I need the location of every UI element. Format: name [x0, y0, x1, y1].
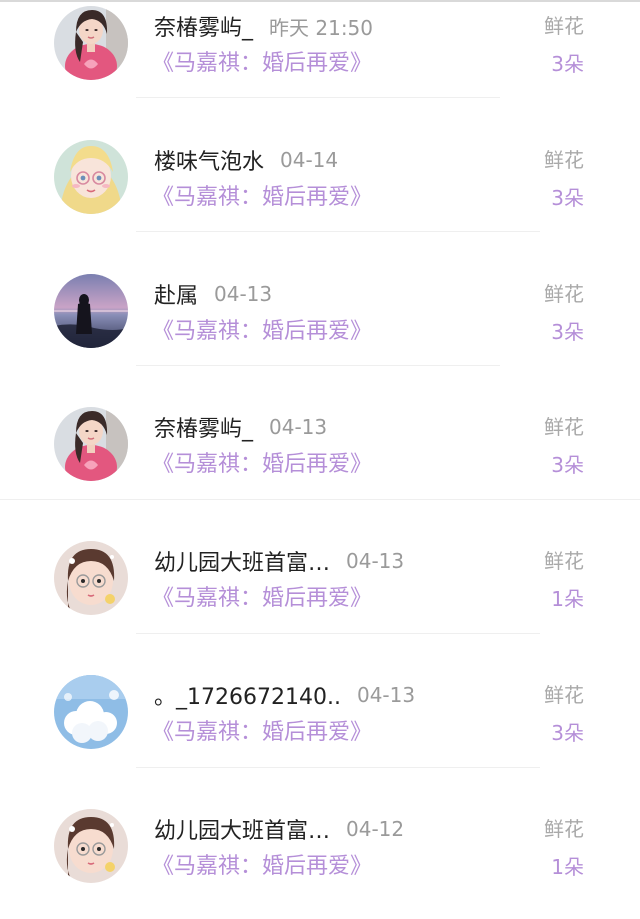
name-time-line: 。_1726672140.. 04-13	[154, 680, 415, 710]
gift-type-label: 鲜花	[544, 683, 584, 707]
user-name[interactable]: 幼儿园大班首富…	[154, 545, 330, 577]
name-time-line: 赴属 04-13	[154, 279, 272, 309]
row-divider	[136, 365, 500, 366]
gift-count: 3朵	[551, 721, 584, 745]
avatar[interactable]	[54, 407, 128, 481]
gift-time: 04-13	[346, 549, 405, 573]
list-item[interactable]: 幼儿园大班首富… 04-13 《马嘉祺：婚后再爱》 鲜花 1朵	[0, 541, 640, 651]
gift-time: 昨天 21:50	[269, 15, 374, 40]
user-name[interactable]: 奈椿雾屿_	[154, 411, 253, 443]
user-name[interactable]: 。_1726672140..	[154, 679, 341, 711]
gift-count: 3朵	[551, 52, 584, 76]
gift-type-label: 鲜花	[544, 282, 584, 306]
gift-count: 3朵	[551, 320, 584, 344]
list-item[interactable]: 赴属 04-13 《马嘉祺：婚后再爱》 鲜花 3朵	[0, 274, 640, 384]
row-divider	[136, 97, 500, 98]
gift-time: 04-13	[269, 415, 328, 439]
row-divider	[136, 767, 540, 768]
gift-type-label: 鲜花	[544, 148, 584, 172]
gift-count: 3朵	[551, 186, 584, 210]
gift-count: 1朵	[551, 855, 584, 879]
girl-pink-dress-avatar-icon	[54, 407, 128, 481]
name-time-line: 幼儿园大班首富… 04-13	[154, 546, 404, 576]
name-time-line: 幼儿园大班首富… 04-12	[154, 814, 404, 844]
book-title-link[interactable]: 《马嘉祺：婚后再爱》	[152, 317, 372, 347]
avatar[interactable]	[54, 274, 128, 348]
gift-type-label: 鲜花	[544, 817, 584, 841]
top-edge-divider	[0, 0, 640, 2]
avatar[interactable]	[54, 6, 128, 80]
book-title-link[interactable]: 《马嘉祺：婚后再爱》	[152, 183, 372, 213]
user-name[interactable]: 奈椿雾屿_	[154, 10, 253, 42]
name-time-line: 奈椿雾屿_ 昨天 21:50	[154, 10, 374, 42]
sea-silhouette-avatar-icon	[54, 274, 128, 348]
gift-time: 04-13	[356, 683, 416, 707]
avatar[interactable]	[54, 541, 128, 615]
user-name[interactable]: 赴属	[154, 278, 198, 310]
gift-type-label: 鲜花	[544, 14, 584, 38]
name-time-line: 楼味气泡水 04-14	[154, 145, 338, 175]
row-divider	[136, 633, 540, 634]
gift-count: 3朵	[551, 453, 584, 477]
list-item[interactable]: 奈椿雾屿_ 04-13 《马嘉祺：婚后再爱》 鲜花 3朵	[0, 407, 640, 517]
anime-girl-avatar-icon	[54, 140, 128, 214]
girl-pink-dress-avatar-icon	[54, 6, 128, 80]
list-item[interactable]: 楼味气泡水 04-14 《马嘉祺：婚后再爱》 鲜花 3朵	[0, 140, 640, 250]
book-title-link[interactable]: 《马嘉祺：婚后再爱》	[152, 718, 372, 748]
book-title-link[interactable]: 《马嘉祺：婚后再爱》	[152, 852, 372, 882]
gift-type-label: 鲜花	[544, 415, 584, 439]
user-name[interactable]: 楼味气泡水	[154, 144, 264, 176]
list-item[interactable]: 奈椿雾屿_ 昨天 21:50 《马嘉祺：婚后再爱》 鲜花 3朵	[0, 6, 640, 116]
gift-type-label: 鲜花	[544, 549, 584, 573]
name-time-line: 奈椿雾屿_ 04-13	[154, 412, 327, 442]
user-name[interactable]: 幼儿园大班首富…	[154, 813, 330, 845]
child-glasses-avatar-icon	[54, 541, 128, 615]
avatar[interactable]	[54, 675, 128, 749]
book-title-link[interactable]: 《马嘉祺：婚后再爱》	[152, 584, 372, 614]
gift-count: 1朵	[551, 587, 584, 611]
gift-time: 04-14	[280, 148, 339, 172]
gift-time: 04-13	[214, 282, 273, 306]
row-divider	[136, 231, 540, 232]
book-title-link[interactable]: 《马嘉祺：婚后再爱》	[152, 49, 372, 79]
book-title-link[interactable]: 《马嘉祺：婚后再爱》	[152, 450, 372, 480]
list-item[interactable]: 。_1726672140.. 04-13 《马嘉祺：婚后再爱》 鲜花 3朵	[0, 675, 640, 785]
child-glasses-avatar-icon	[54, 809, 128, 883]
row-divider	[0, 499, 640, 500]
gift-time: 04-12	[346, 817, 405, 841]
avatar[interactable]	[54, 140, 128, 214]
cloud-sky-avatar-icon	[54, 675, 128, 749]
list-item[interactable]: 幼儿园大班首富… 04-12 《马嘉祺：婚后再爱》 鲜花 1朵	[0, 809, 640, 919]
avatar[interactable]	[54, 809, 128, 883]
